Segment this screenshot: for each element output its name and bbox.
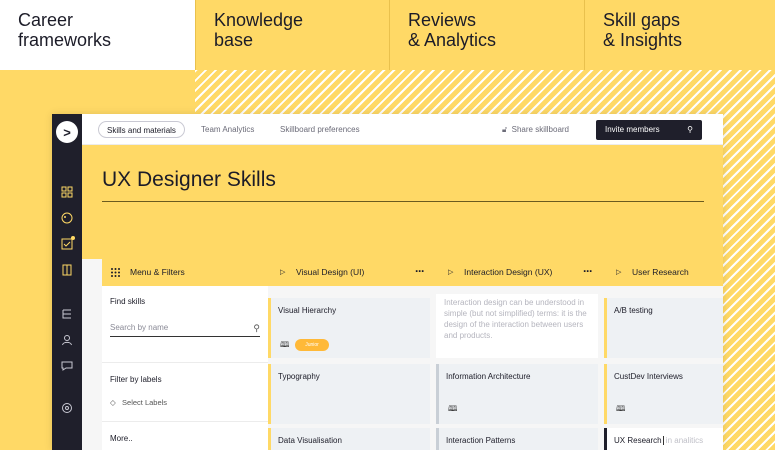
level-badge: Junior bbox=[295, 339, 329, 351]
divider bbox=[102, 362, 268, 363]
feature-line-2: & Insights bbox=[603, 30, 683, 50]
feature-skill-gaps-insights[interactable]: Skill gaps & Insights bbox=[584, 0, 775, 70]
skill-name: CustDev Interviews bbox=[614, 372, 683, 381]
logo-icon[interactable]: > bbox=[56, 121, 78, 143]
share-skillboard-button[interactable]: 🔓︎ Share skillboard bbox=[502, 121, 569, 138]
play-icon: ▷ bbox=[280, 269, 286, 276]
skill-card-interaction-patterns[interactable]: Interaction Patterns bbox=[436, 428, 598, 450]
skill-name: Visual Hierarchy bbox=[278, 306, 337, 315]
skill-card-custdev-interviews[interactable]: CustDev Interviews 🕮 bbox=[604, 364, 723, 424]
feature-line-1: Reviews bbox=[408, 10, 477, 30]
more-options-icon[interactable]: ··· bbox=[583, 258, 593, 285]
page-title: UX Designer Skills bbox=[102, 168, 276, 191]
select-labels-label: Select Labels bbox=[122, 398, 168, 407]
column-label: User Research bbox=[632, 267, 689, 277]
autocomplete-suggestion: in analitics bbox=[663, 436, 704, 445]
notification-dot bbox=[71, 236, 75, 240]
title-area: UX Designer Skills bbox=[82, 145, 723, 259]
search-placeholder: Search by name bbox=[110, 323, 169, 332]
find-skills-label: Find skills bbox=[110, 297, 146, 306]
feature-line-1: Skill gaps bbox=[603, 10, 681, 30]
settings-icon[interactable] bbox=[61, 402, 73, 414]
lock-icon: 🔓︎ bbox=[502, 125, 512, 134]
person-icon: ⚲ bbox=[687, 125, 693, 134]
skill-name: Interaction Patterns bbox=[446, 436, 516, 445]
invite-label: Invite members bbox=[605, 125, 660, 134]
sidebar-rail: > bbox=[52, 114, 82, 450]
feature-line-1: Knowledge bbox=[214, 10, 304, 30]
tab-skillboard-preferences[interactable]: Skillboard preferences bbox=[280, 121, 360, 138]
play-icon: ▷ bbox=[616, 269, 622, 276]
filters-panel: Find skills Search by name ⚲ Filter by l… bbox=[102, 286, 268, 450]
filter-by-labels-label: Filter by labels bbox=[110, 375, 162, 384]
menu-filters-header[interactable]: Menu & Filters bbox=[102, 259, 268, 286]
more-options-icon[interactable]: ··· bbox=[415, 258, 425, 285]
grid-icon bbox=[110, 259, 121, 286]
feature-reviews-analytics[interactable]: Reviews & Analytics bbox=[389, 0, 584, 70]
feature-line-2: base bbox=[214, 30, 254, 50]
tag-icon: ◇ bbox=[110, 398, 123, 407]
tab-skills-and-materials[interactable]: Skills and materials bbox=[98, 121, 185, 138]
building-icon[interactable] bbox=[61, 264, 73, 276]
feature-knowledge-base[interactable]: Knowledge base bbox=[195, 0, 389, 70]
book-icon: 🕮 bbox=[616, 404, 626, 413]
skill-name-input[interactable]: UX Research in analitics bbox=[604, 428, 723, 450]
feature-line-2: frameworks bbox=[18, 30, 112, 50]
column-label: Visual Design (UI) bbox=[296, 267, 365, 277]
column-visual-design[interactable]: ▷ Visual Design (UI) ··· bbox=[268, 259, 436, 286]
skill-name: Information Architecture bbox=[446, 372, 531, 381]
hierarchy-icon[interactable] bbox=[61, 308, 73, 320]
invite-members-button[interactable]: Invite members ⚲ bbox=[596, 120, 702, 140]
dashboard-icon[interactable] bbox=[61, 186, 73, 198]
tab-team-analytics[interactable]: Team Analytics bbox=[201, 121, 254, 138]
column-description: Interaction design can be understood in … bbox=[436, 294, 598, 358]
column-label: Interaction Design (UX) bbox=[464, 267, 553, 277]
book-icon: 🕮 bbox=[448, 404, 458, 413]
feature-line-2: & Analytics bbox=[408, 30, 497, 50]
book-icon: 🕮 bbox=[280, 340, 290, 349]
feature-career-frameworks[interactable]: Career frameworks bbox=[0, 0, 195, 70]
skill-card-ab-testing[interactable]: A/B testing bbox=[604, 298, 723, 358]
more-filters-link[interactable]: More.. bbox=[110, 434, 133, 443]
skill-card-data-visualisation[interactable]: Data Visualisation bbox=[268, 428, 430, 450]
column-user-research[interactable]: ▷ User Research bbox=[604, 259, 723, 286]
share-label: Share skillboard bbox=[511, 125, 570, 134]
palette-icon[interactable] bbox=[61, 212, 73, 224]
top-bar: Skills and materials Team Analytics Skil… bbox=[82, 114, 723, 145]
search-icon: ⚲ bbox=[253, 323, 260, 333]
skill-name: A/B testing bbox=[614, 306, 653, 315]
divider bbox=[102, 421, 268, 422]
app-window: > Skills and materials Team Analytics Sk bbox=[52, 114, 723, 450]
menu-filters-label: Menu & Filters bbox=[130, 267, 185, 277]
input-value: UX Research bbox=[614, 436, 662, 445]
search-input[interactable]: Search by name ⚲ bbox=[110, 319, 260, 337]
feature-line-1: Career bbox=[18, 10, 74, 30]
skill-name: Data Visualisation bbox=[278, 436, 342, 445]
user-icon[interactable] bbox=[61, 334, 73, 346]
play-icon: ▷ bbox=[448, 269, 454, 276]
skill-card-typography[interactable]: Typography bbox=[268, 364, 430, 424]
skill-card-information-architecture[interactable]: Information Architecture 🕮 bbox=[436, 364, 598, 424]
skill-name: Typography bbox=[278, 372, 320, 381]
select-labels-dropdown[interactable]: ◇ Select Labels bbox=[110, 398, 167, 407]
title-underline bbox=[102, 201, 704, 202]
chat-icon[interactable] bbox=[61, 360, 73, 372]
column-interaction-design[interactable]: ▷ Interaction Design (UX) ··· bbox=[436, 259, 604, 286]
skill-card-visual-hierarchy[interactable]: Visual Hierarchy 🕮 Junior bbox=[268, 298, 430, 358]
